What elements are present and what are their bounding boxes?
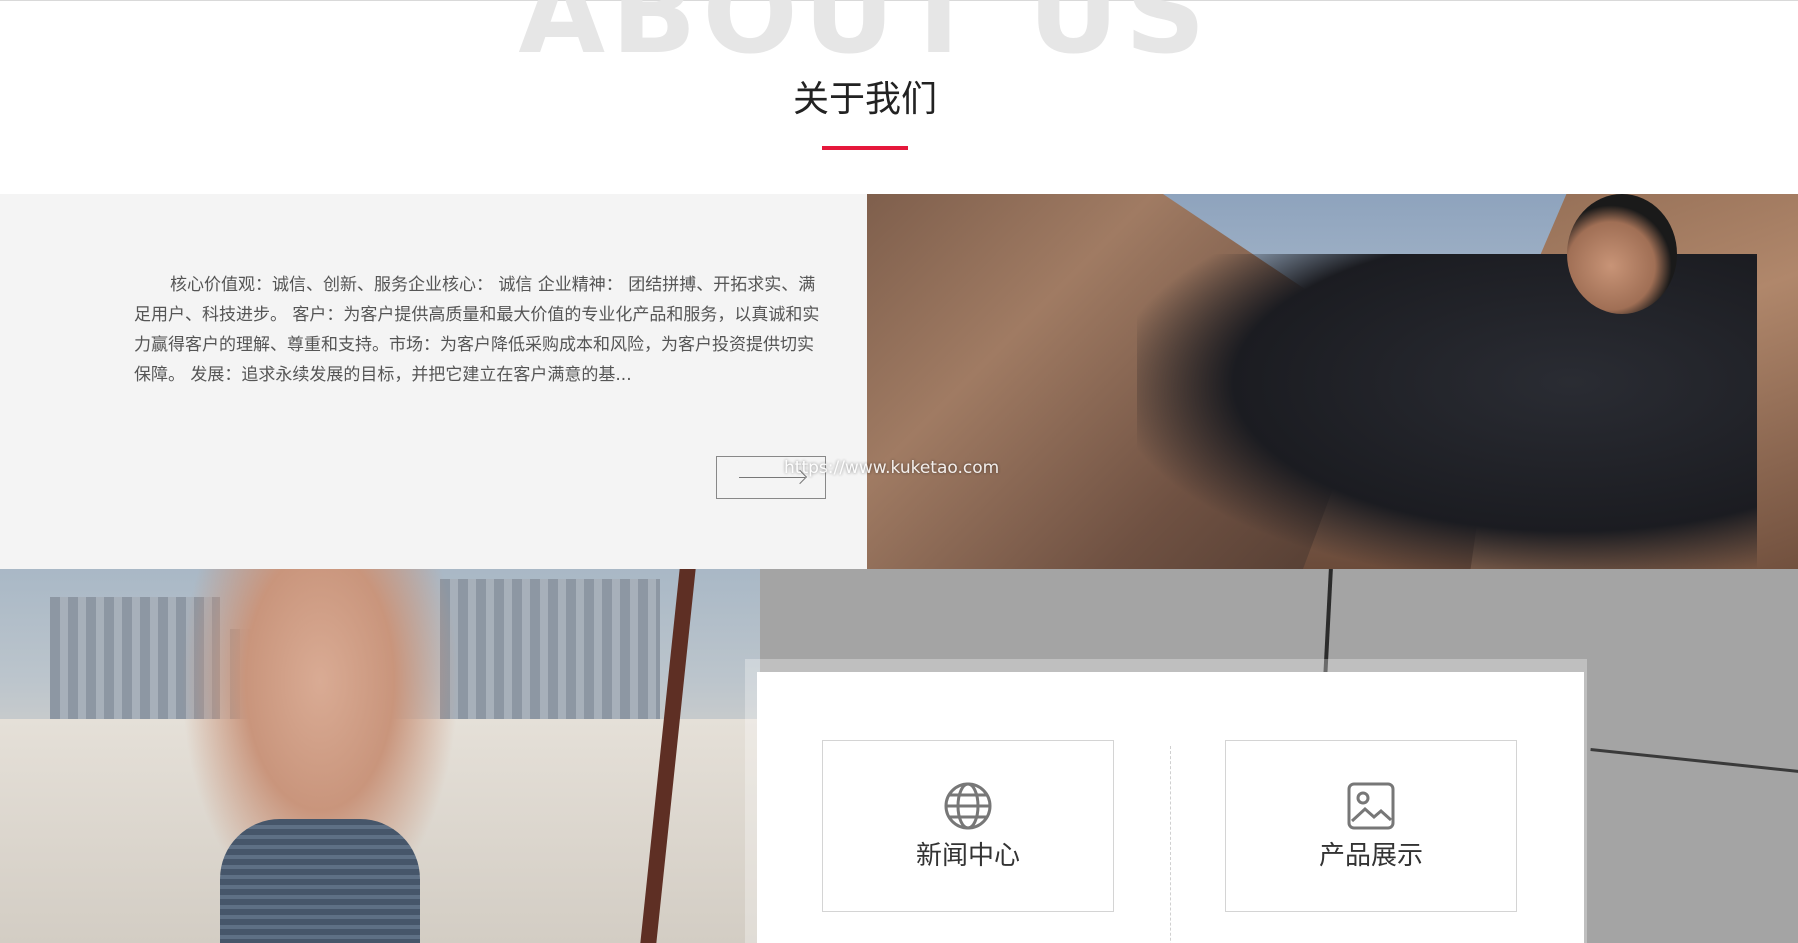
model-head (1567, 194, 1677, 314)
about-us-background-word: ABOUT US (518, 0, 1212, 79)
intro-text: 核心价值观：诚信、创新、服务企业核心： 诚信 企业精神： 团结拼搏、开拓求实、满… (134, 275, 820, 385)
intro-panel: 核心价值观：诚信、创新、服务企业核心： 诚信 企业精神： 团结拼搏、开拓求实、满… (0, 194, 867, 569)
news-center-label: 新闻中心 (915, 841, 1020, 871)
section-title: 关于我们 (792, 79, 937, 120)
model-figure (1137, 254, 1757, 569)
sports-bra (220, 819, 420, 943)
product-showcase-link[interactable]: 产品展示 (1225, 740, 1517, 912)
globe-icon (944, 782, 992, 830)
bottom-band: 新闻中心 产品展示 (0, 569, 1798, 943)
watermark: https://www.kuketao.com (784, 458, 1000, 478)
image-icon (1347, 782, 1395, 830)
quick-links-card: 新闻中心 产品展示 (757, 672, 1584, 943)
hero-photo-athlete-on-rocks (867, 194, 1798, 569)
photo-athlete-rooftop (0, 569, 760, 943)
news-center-link[interactable]: 新闻中心 (822, 740, 1114, 912)
card-divider (1170, 746, 1171, 943)
product-showcase-label: 产品展示 (1318, 841, 1423, 871)
title-underline (822, 146, 908, 150)
